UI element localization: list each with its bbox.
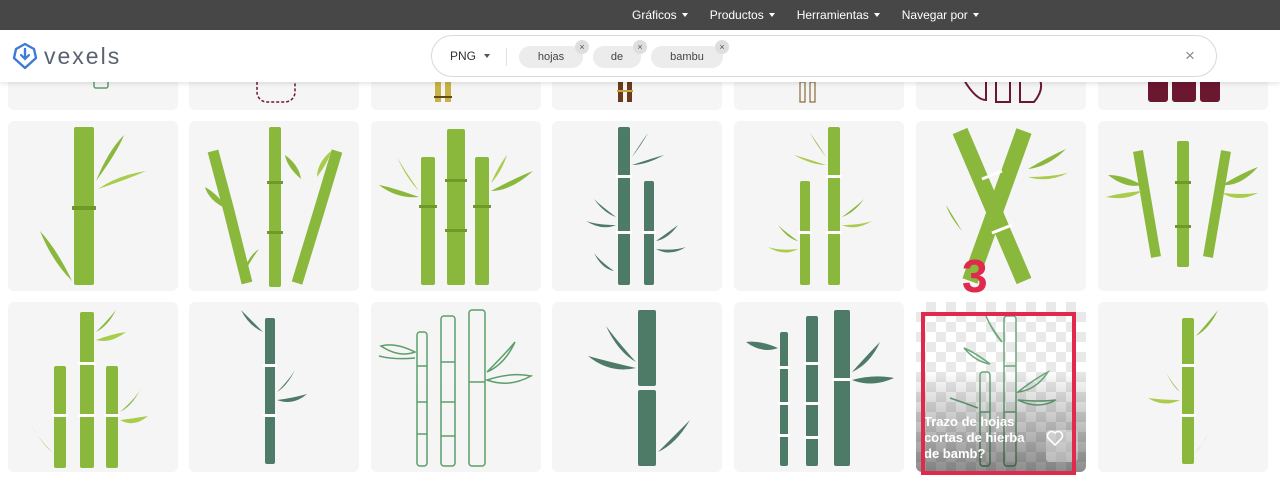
nav-productos[interactable]: Productos <box>710 8 775 22</box>
bamboo-thumbnail <box>746 310 894 466</box>
clear-search-button[interactable]: × <box>1180 46 1200 66</box>
bamboo-thumbnail <box>205 127 343 287</box>
search-divider <box>506 48 507 66</box>
format-select[interactable]: PNG <box>450 36 491 76</box>
bamboo-thumbnail <box>588 310 690 466</box>
result-tile-r1-2[interactable] <box>189 121 359 291</box>
bamboo-thumbnail <box>1148 310 1218 464</box>
result-tile-r1-7[interactable] <box>1098 121 1268 291</box>
chevron-down-icon <box>768 13 775 17</box>
close-icon[interactable]: × <box>715 40 729 54</box>
bamboo-thumbnail <box>241 310 307 464</box>
result-tile-r2-7[interactable] <box>1098 302 1268 472</box>
search-chip-hojas[interactable]: hojas × <box>519 40 589 68</box>
bamboo-thumbnail <box>379 129 533 285</box>
annotation-number: 3 <box>962 250 988 302</box>
result-tile-r1-6[interactable] <box>916 121 1086 291</box>
logo-text: vexels <box>44 42 122 69</box>
nav-herramientas[interactable]: Herramientas <box>797 8 880 22</box>
chip-label: hojas <box>537 51 565 63</box>
format-select-value: PNG <box>450 49 477 63</box>
bamboo-thumbnail <box>946 127 1068 285</box>
chevron-down-icon <box>972 13 979 17</box>
bamboo-thumbnail <box>1106 141 1258 267</box>
top-nav: Gráficos Productos Herramientas Navegar … <box>632 0 979 30</box>
result-tile-r2-2[interactable] <box>189 302 359 472</box>
result-tile-r2-5[interactable] <box>734 302 904 472</box>
close-icon[interactable]: × <box>633 40 647 54</box>
nav-label: Productos <box>709 8 764 22</box>
result-tile-r2-6[interactable]: Trazo de hojas cortas de hierba de bamb? <box>916 302 1086 472</box>
nav-graficos[interactable]: Gráficos <box>632 8 688 22</box>
close-icon[interactable]: × <box>575 40 589 54</box>
site-logo[interactable]: vexels <box>12 41 121 71</box>
bamboo-thumbnail <box>40 127 146 285</box>
bamboo-thumbnail <box>586 127 686 285</box>
bamboo-thumbnail <box>768 127 872 285</box>
chevron-down-icon <box>484 54 491 58</box>
result-tile-r1-5[interactable] <box>734 121 904 291</box>
favorite-button[interactable] <box>1046 430 1078 462</box>
result-tile-r2-3[interactable] <box>371 302 541 472</box>
nav-label: Herramientas <box>796 8 869 22</box>
result-tile-r1-4[interactable] <box>552 121 722 291</box>
site-header: vexels PNG hojas × de × bambu × × <box>0 30 1280 82</box>
heart-icon <box>1046 430 1064 446</box>
nav-label: Gráficos <box>632 8 677 22</box>
chip-label: bambu <box>670 51 704 63</box>
nav-label: Navegar por <box>901 8 968 22</box>
chevron-down-icon <box>681 13 688 17</box>
result-tile-r1-3[interactable] <box>371 121 541 291</box>
result-tile-r2-1[interactable] <box>8 302 178 472</box>
bamboo-thumbnail <box>378 309 534 467</box>
search-chip-bambu[interactable]: bambu × <box>651 40 729 68</box>
chevron-down-icon <box>873 13 880 17</box>
search-bar[interactable]: PNG hojas × de × bambu × × <box>431 35 1217 77</box>
vexels-logo-icon <box>12 42 38 70</box>
hovered-result-title[interactable]: Trazo de hojas cortas de hierba de bamb? <box>924 414 1042 462</box>
result-tile-r2-4[interactable] <box>552 302 722 472</box>
result-tile-r1-1[interactable] <box>8 121 178 291</box>
search-chip-de[interactable]: de × <box>593 40 647 68</box>
top-navigation-bar: Gráficos Productos Herramientas Navegar … <box>0 0 1280 30</box>
chip-label: de <box>610 51 624 63</box>
nav-navegar-por[interactable]: Navegar por <box>902 8 979 22</box>
bamboo-thumbnail <box>32 310 148 468</box>
